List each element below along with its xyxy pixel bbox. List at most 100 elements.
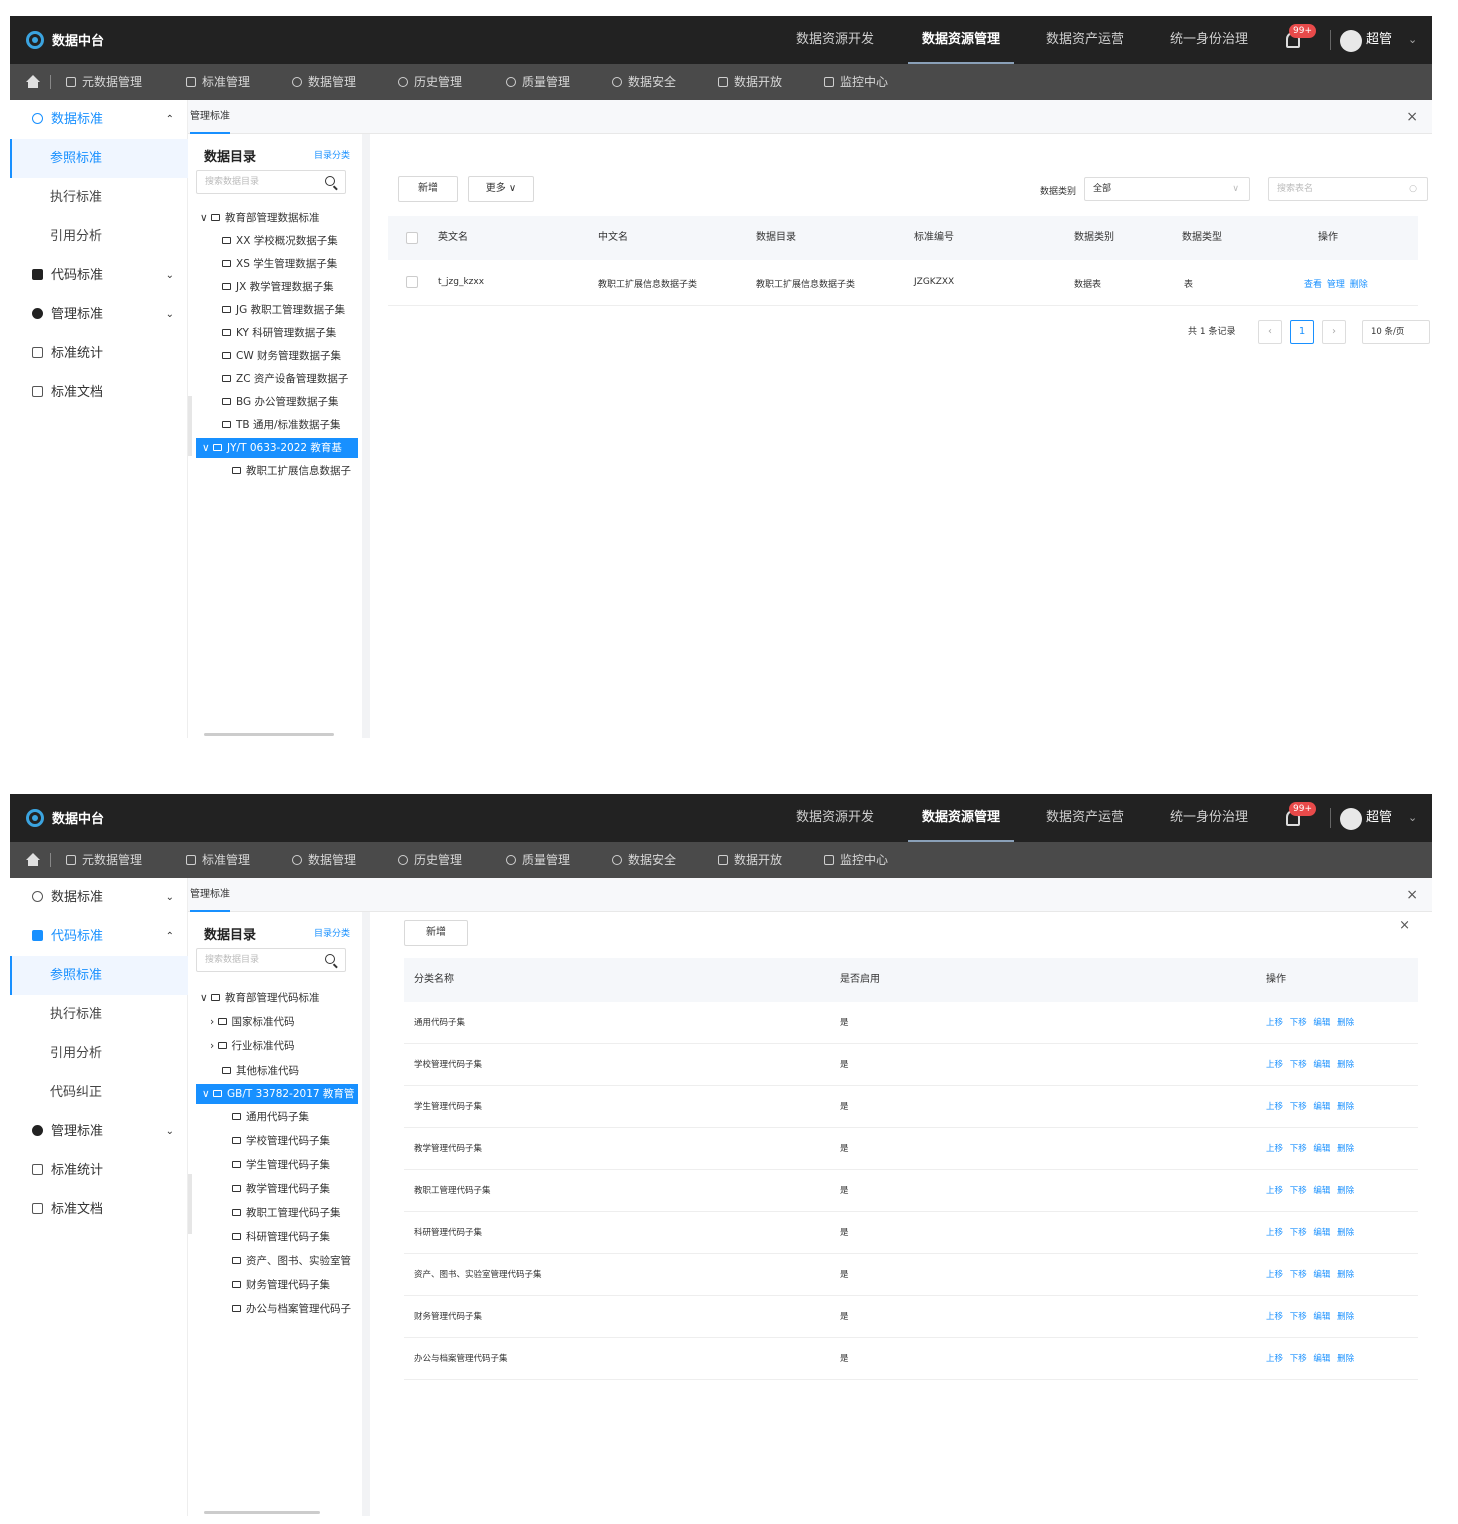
- tree-node[interactable]: JX 教学管理数据子集: [222, 277, 334, 297]
- tree-search-input[interactable]: 搜索数据目录: [196, 170, 346, 194]
- tree-node[interactable]: KY 科研管理数据子集: [222, 323, 336, 343]
- add-button[interactable]: 新增: [404, 920, 468, 946]
- row-actions[interactable]: 上移 下移 编辑 删除: [1266, 1044, 1354, 1086]
- app-logo[interactable]: 数据中台: [26, 30, 104, 49]
- sidebar-item-data-standard[interactable]: 数据标准 ⌄: [10, 878, 188, 917]
- tree-node[interactable]: 科研管理代码子集: [232, 1227, 330, 1247]
- select-all-checkbox[interactable]: [406, 232, 418, 244]
- row-actions[interactable]: 查看 管理 删除: [1304, 277, 1368, 290]
- avatar[interactable]: [1340, 808, 1362, 830]
- more-button[interactable]: 更多 ∨: [468, 176, 534, 202]
- sidebar-item-exec-standard[interactable]: 执行标准: [10, 995, 188, 1034]
- home-icon[interactable]: [26, 853, 40, 867]
- close-icon[interactable]: ×: [1399, 918, 1410, 933]
- app-logo[interactable]: 数据中台: [26, 808, 104, 827]
- search-icon[interactable]: [325, 176, 335, 186]
- tree-node[interactable]: 教职工管理代码子集: [232, 1203, 341, 1223]
- topnav-resource-mgmt[interactable]: 数据资源管理: [907, 16, 1015, 64]
- tree-node[interactable]: 学校管理代码子集: [232, 1131, 330, 1151]
- sidebar-item-code-standard[interactable]: 代码标准 ⌄: [10, 256, 188, 295]
- user-name[interactable]: 超管: [1366, 794, 1392, 842]
- avatar[interactable]: [1340, 30, 1362, 52]
- row-actions[interactable]: 上移 下移 编辑 删除: [1266, 1170, 1354, 1212]
- subnav-monitor[interactable]: 监控中心: [824, 842, 888, 878]
- tree-node-root[interactable]: ∨ 教育部管理代码标准: [200, 988, 320, 1008]
- next-page-button[interactable]: ›: [1322, 320, 1346, 344]
- sidebar-item-docs[interactable]: 标准文档: [10, 1190, 188, 1229]
- subnav-data[interactable]: 数据管理: [292, 64, 356, 100]
- search-icon[interactable]: [325, 954, 335, 964]
- sidebar-item-reference-standard[interactable]: 参照标准: [10, 956, 188, 995]
- sidebar-item-data-standard[interactable]: 数据标准 ⌃: [10, 100, 188, 139]
- tab-manage-standard[interactable]: 管理标准: [190, 878, 230, 912]
- scrollbar[interactable]: [204, 733, 334, 736]
- tree-node[interactable]: BG 办公管理数据子集: [222, 392, 339, 412]
- tree-node[interactable]: 学生管理代码子集: [232, 1155, 330, 1175]
- subnav-standard[interactable]: 标准管理: [186, 64, 250, 100]
- topnav-identity[interactable]: 统一身份治理: [1170, 16, 1248, 64]
- tree-node-root[interactable]: ∨ 教育部管理数据标准: [200, 208, 320, 228]
- topnav-identity[interactable]: 统一身份治理: [1170, 794, 1248, 842]
- sidebar-item-reference-standard[interactable]: 参照标准: [10, 139, 188, 178]
- category-link[interactable]: 目录分类: [314, 148, 350, 161]
- tree-node[interactable]: 其他标准代码: [222, 1061, 299, 1081]
- sidebar-item-manage-standard[interactable]: 管理标准 ⌄: [10, 1112, 188, 1151]
- row-actions[interactable]: 上移 下移 编辑 删除: [1266, 1338, 1354, 1380]
- home-icon[interactable]: [26, 75, 40, 89]
- topnav-asset-ops[interactable]: 数据资产运营: [1046, 16, 1124, 64]
- close-icon[interactable]: ×: [1406, 100, 1418, 134]
- tree-search-input[interactable]: 搜索数据目录: [196, 948, 346, 972]
- category-link[interactable]: 目录分类: [314, 926, 350, 939]
- table-search-input[interactable]: 搜索表名 ○: [1268, 177, 1428, 201]
- tree-node[interactable]: 财务管理代码子集: [232, 1275, 330, 1295]
- category-select[interactable]: 全部 ∨: [1084, 177, 1250, 201]
- sidebar-item-reference-analysis[interactable]: 引用分析: [10, 1034, 188, 1073]
- row-actions[interactable]: 上移 下移 编辑 删除: [1266, 1086, 1354, 1128]
- add-button[interactable]: 新增: [398, 176, 458, 202]
- subnav-security[interactable]: 数据安全: [612, 64, 676, 100]
- sidebar-item-stats[interactable]: 标准统计: [10, 334, 188, 373]
- sidebar-item-exec-standard[interactable]: 执行标准: [10, 178, 188, 217]
- page-1-button[interactable]: 1: [1290, 320, 1314, 344]
- row-actions[interactable]: 上移 下移 编辑 删除: [1266, 1002, 1354, 1044]
- search-icon[interactable]: ○: [1409, 178, 1417, 200]
- page-size-select[interactable]: 10 条/页: [1362, 320, 1430, 344]
- tree-node[interactable]: 教职工扩展信息数据子: [232, 461, 351, 481]
- topnav-dev[interactable]: 数据资源开发: [796, 16, 874, 64]
- topnav-asset-ops[interactable]: 数据资产运营: [1046, 794, 1124, 842]
- subnav-history[interactable]: 历史管理: [398, 64, 462, 100]
- sidebar-item-code-correction[interactable]: 代码纠正: [10, 1073, 188, 1112]
- resize-handle[interactable]: [188, 396, 192, 456]
- chevron-down-icon[interactable]: ⌄: [1408, 16, 1417, 64]
- tree-node-selected[interactable]: ∨ JY/T 0633-2022 教育基: [196, 438, 358, 458]
- row-checkbox[interactable]: [406, 276, 418, 288]
- row-actions[interactable]: 上移 下移 编辑 删除: [1266, 1254, 1354, 1296]
- topnav-dev[interactable]: 数据资源开发: [796, 794, 874, 842]
- subnav-monitor[interactable]: 监控中心: [824, 64, 888, 100]
- sidebar-item-stats[interactable]: 标准统计: [10, 1151, 188, 1190]
- tree-node[interactable]: TB 通用/标准数据子集: [222, 415, 341, 435]
- user-name[interactable]: 超管: [1366, 16, 1392, 64]
- tab-manage-standard[interactable]: 管理标准: [190, 100, 230, 134]
- prev-page-button[interactable]: ‹: [1258, 320, 1282, 344]
- subnav-security[interactable]: 数据安全: [612, 842, 676, 878]
- subnav-metadata[interactable]: 元数据管理: [66, 842, 142, 878]
- subnav-quality[interactable]: 质量管理: [506, 64, 570, 100]
- subnav-metadata[interactable]: 元数据管理: [66, 64, 142, 100]
- subnav-open[interactable]: 数据开放: [718, 842, 782, 878]
- tree-node[interactable]: CW 财务管理数据子集: [222, 346, 341, 366]
- sidebar-item-manage-standard[interactable]: 管理标准 ⌄: [10, 295, 188, 334]
- tree-node[interactable]: XX 学校概况数据子集: [222, 231, 338, 251]
- sidebar-item-code-standard[interactable]: 代码标准 ⌃: [10, 917, 188, 956]
- tree-node-selected[interactable]: ∨ GB/T 33782-2017 教育管: [196, 1084, 358, 1104]
- row-actions[interactable]: 上移 下移 编辑 删除: [1266, 1128, 1354, 1170]
- sidebar-item-reference-analysis[interactable]: 引用分析: [10, 217, 188, 256]
- row-actions[interactable]: 上移 下移 编辑 删除: [1266, 1212, 1354, 1254]
- topnav-resource-mgmt[interactable]: 数据资源管理: [907, 794, 1015, 842]
- tree-node[interactable]: › 国家标准代码: [210, 1012, 295, 1032]
- tree-node[interactable]: 教学管理代码子集: [232, 1179, 330, 1199]
- tree-node[interactable]: JG 教职工管理数据子集: [222, 300, 345, 320]
- subnav-open[interactable]: 数据开放: [718, 64, 782, 100]
- chevron-down-icon[interactable]: ⌄: [1408, 794, 1417, 842]
- row-actions[interactable]: 上移 下移 编辑 删除: [1266, 1296, 1354, 1338]
